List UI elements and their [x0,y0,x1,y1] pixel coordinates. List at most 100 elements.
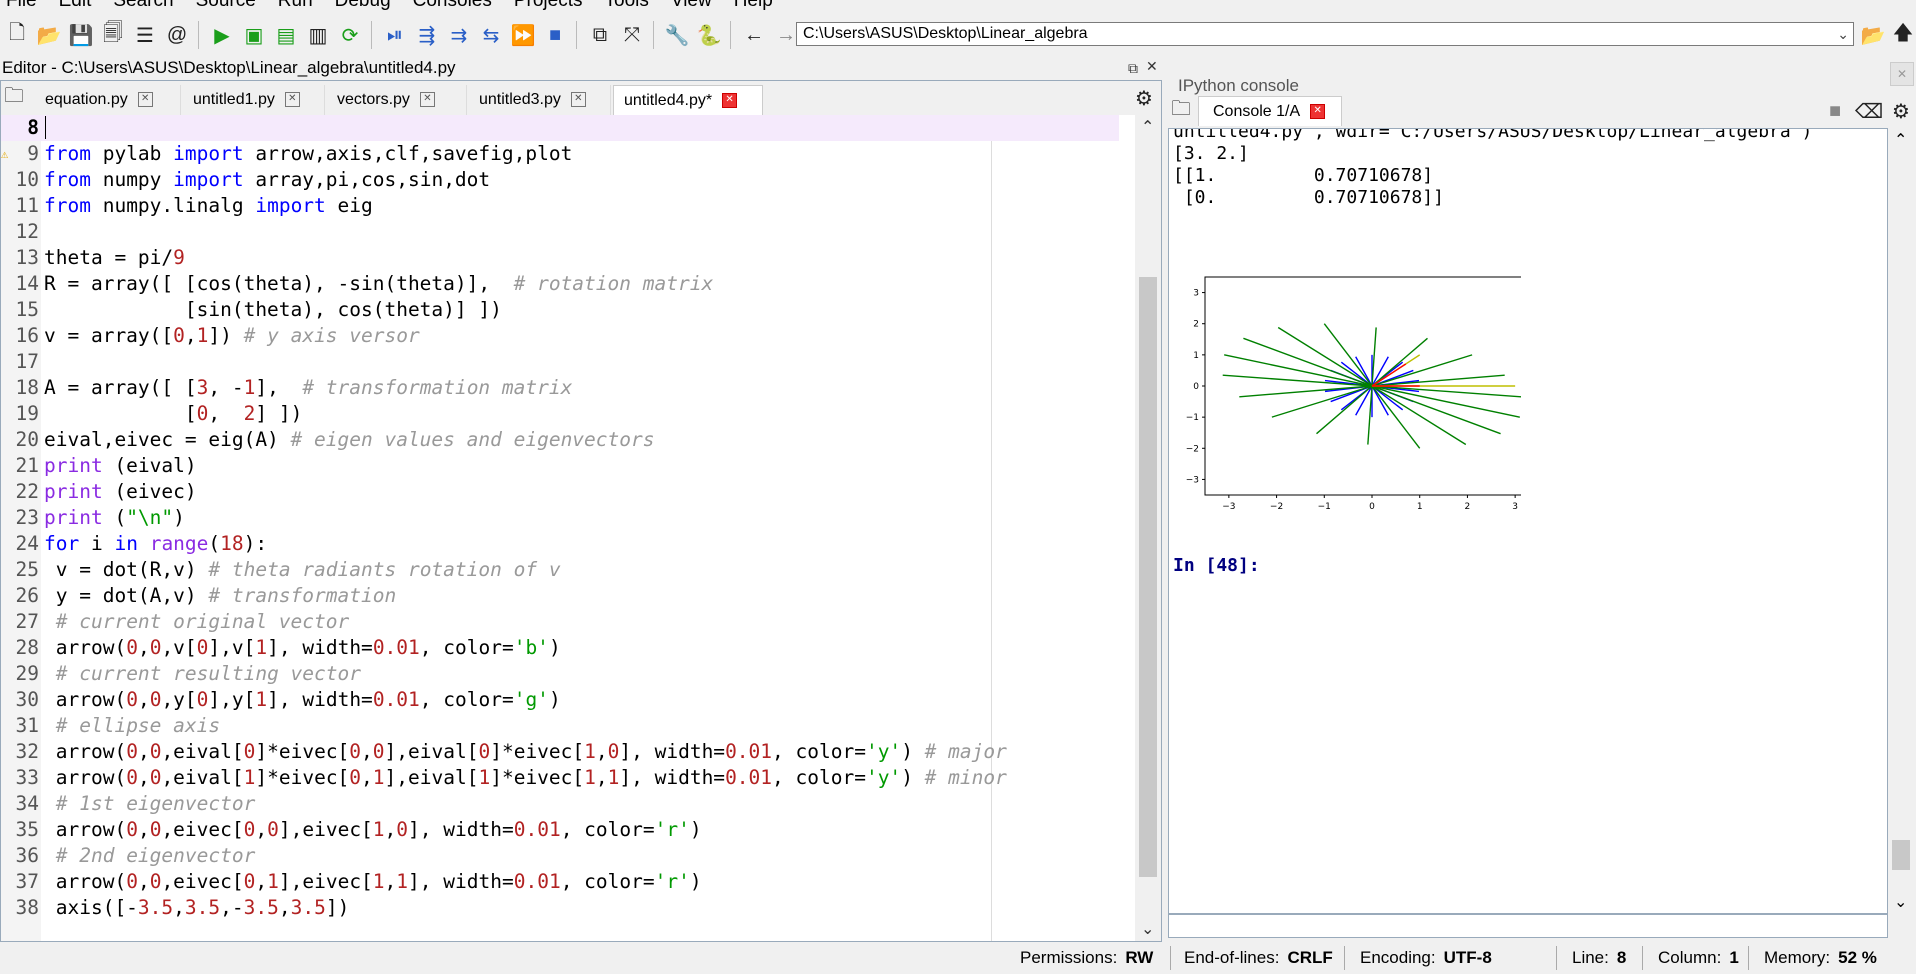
scroll-down-icon[interactable]: ⌄ [1894,892,1907,912]
editor-scrollbar[interactable]: ⌃ ⌄ [1135,115,1161,941]
editor-tab[interactable]: equation.py ✕ [35,85,181,115]
gear-icon[interactable]: ⚙ [1129,83,1159,113]
undock-icon[interactable]: ⧉ [1128,60,1138,77]
clear-console-icon[interactable]: ⌫ [1854,96,1884,126]
code-line[interactable]: 11 from numpy.linalg import eig [1,193,1119,219]
close-tab-icon[interactable]: ✕ [722,93,738,109]
step-icon[interactable]: ⇶ [412,20,442,50]
step-into-icon[interactable]: ⇉ [444,20,474,50]
close-tab-icon[interactable]: ✕ [137,92,153,108]
code-line[interactable]: 34 # 1st eigenvector [1,791,1119,817]
code-line[interactable]: 27 # current original vector [1,609,1119,635]
working-directory-combo[interactable]: C:\Users\ASUS\Desktop\Linear_algebra ⌄ [796,22,1854,46]
code-line[interactable]: 31 # ellipse axis [1,713,1119,739]
code-line[interactable]: 22 print (eivec) [1,479,1119,505]
menu-item[interactable]: Help [734,0,773,12]
code-line[interactable]: 36 # 2nd eigenvector [1,843,1119,869]
close-tab-icon[interactable]: ✕ [570,92,586,108]
run-selection-icon[interactable]: ▥ [303,20,333,50]
code-line[interactable]: 26 y = dot(A,v) # transformation [1,583,1119,609]
open-file-icon[interactable]: 📂 [34,20,64,50]
debug-icon[interactable]: ⏯ [380,20,410,50]
code-line[interactable]: 28 arrow(0,0,v[0],v[1], width=0.01, colo… [1,635,1119,661]
new-file-icon[interactable]: 🗋 [2,20,32,50]
close-tab-icon[interactable]: ✕ [284,92,300,108]
menu-item[interactable]: Tools [605,0,649,12]
code-line[interactable]: 21 print (eival) [1,453,1119,479]
list-icon[interactable]: ☰ [130,20,160,50]
rerun-icon[interactable]: ⟳ [335,20,365,50]
close-console-icon[interactable]: ✕ [1890,62,1914,86]
code-line[interactable]: 38 axis([-3.5,3.5,-3.5,3.5]) [1,895,1119,921]
parent-directory-icon[interactable]: 🡅 [1888,20,1916,50]
code-line[interactable]: 9 ⚠ from pylab import arrow,axis,clf,savef… [1,141,1119,167]
browse-tabs-icon[interactable]: 🗀 [0,83,29,113]
code-line[interactable]: 13 theta = pi/9 [1,245,1119,271]
code-line[interactable]: 14 R = array([ [cos(theta), -sin(theta)],… [1,271,1119,297]
console-tab[interactable]: Console 1/A ✕ [1198,96,1342,126]
code-line[interactable]: 18 A = array([ [3, -1], # transformation … [1,375,1119,401]
maximize-pane-icon[interactable]: ⧉ [585,20,615,50]
scroll-thumb[interactable] [1892,840,1910,870]
code-line[interactable]: 32 arrow(0,0,eival[0]*eivec[0,0],eival[0… [1,739,1119,765]
stop-icon[interactable]: ■ [540,20,570,50]
browse-consoles-icon[interactable]: 🗀 [1166,96,1196,126]
step-return-icon[interactable]: ⇆ [476,20,506,50]
close-tab-icon[interactable]: ✕ [1310,104,1326,120]
console-output[interactable]: untitled4.py', wdir='C:/Users/ASUS/Deskt… [1168,128,1888,914]
back-icon[interactable]: ← [739,20,769,50]
code-line[interactable]: 30 arrow(0,0,y[0],y[1], width=0.01, colo… [1,687,1119,713]
gear-icon[interactable]: ⚙ [1886,96,1916,126]
warning-icon[interactable]: ⚠ [1,141,8,167]
editor-tab[interactable]: untitled4.py* ✕ [613,85,763,115]
code-line[interactable]: 19 [0, 2] ]) [1,401,1119,427]
menu-item[interactable]: Debug [335,0,391,12]
menu-item[interactable]: Run [278,0,313,12]
menu-item[interactable]: View [671,0,712,12]
code-line[interactable]: 23 print ("\n") [1,505,1119,531]
code-line[interactable]: 35 arrow(0,0,eivec[0,0],eivec[1,0], widt… [1,817,1119,843]
fullscreen-icon[interactable]: ⤧ [617,20,647,50]
code-line[interactable]: 29 # current resulting vector [1,661,1119,687]
code-line[interactable]: 15 [sin(theta), cos(theta)] ]) [1,297,1119,323]
code-line[interactable]: 17 [1,349,1119,375]
at-icon[interactable]: @ [162,20,192,50]
code-line[interactable]: 25 v = dot(R,v) # theta radiants rotatio… [1,557,1119,583]
run-cell-advance-icon[interactable]: ▤ [271,20,301,50]
menu-item[interactable]: Projects [514,0,583,12]
browse-folder-icon[interactable]: 📂 [1858,20,1888,50]
menu-item[interactable]: Consoles [413,0,492,12]
code-editor[interactable]: 8 9 ⚠ from pylab import arrow,axis,clf,save… [1,115,1135,941]
code-line[interactable]: 37 arrow(0,0,eivec[0,1],eivec[1,1], widt… [1,869,1119,895]
code-line[interactable]: 24 for i in range(18): [1,531,1119,557]
console-scrollbar[interactable]: ⌃ ⌄ [1888,128,1914,914]
code-line[interactable]: 10 from numpy import array,pi,cos,sin,dot [1,167,1119,193]
scroll-up-icon[interactable]: ⌃ [1894,130,1907,150]
code-line[interactable]: 16 v = array([0,1]) # y axis versor [1,323,1119,349]
code-line[interactable]: 12 [1,219,1119,245]
run-icon[interactable]: ▶ [207,20,237,50]
code-line[interactable]: 20 eival,eivec = eig(A) # eigen values an… [1,427,1119,453]
menu-item[interactable]: Edit [59,0,92,12]
scroll-thumb[interactable] [1139,277,1157,877]
scroll-down-icon[interactable]: ⌄ [1141,919,1154,939]
stop-kernel-icon[interactable]: ■ [1820,96,1850,126]
editor-tab[interactable]: vectors.py ✕ [327,85,467,115]
menu-item[interactable]: File [6,0,37,12]
python-path-icon[interactable]: 🐍 [694,20,724,50]
editor-tab[interactable]: untitled1.py ✕ [183,85,325,115]
continue-icon[interactable]: ⏩ [508,20,538,50]
chevron-down-icon[interactable]: ⌄ [1837,23,1849,45]
scroll-up-icon[interactable]: ⌃ [1141,117,1154,137]
menu-item[interactable]: Search [113,0,173,12]
run-cell-icon[interactable]: ▣ [239,20,269,50]
code-line[interactable]: 33 arrow(0,0,eival[1]*eivec[0,1],eival[1… [1,765,1119,791]
preferences-icon[interactable]: 🔧 [662,20,692,50]
close-tab-icon[interactable]: ✕ [419,92,435,108]
save-all-icon[interactable]: 🗐 [98,20,128,50]
editor-tab[interactable]: untitled3.py ✕ [469,85,611,115]
close-pane-icon[interactable]: ✕ [1146,58,1158,75]
code-line[interactable]: 8 [1,115,1119,141]
save-icon[interactable]: 💾 [66,20,96,50]
menu-item[interactable]: Source [196,0,256,12]
